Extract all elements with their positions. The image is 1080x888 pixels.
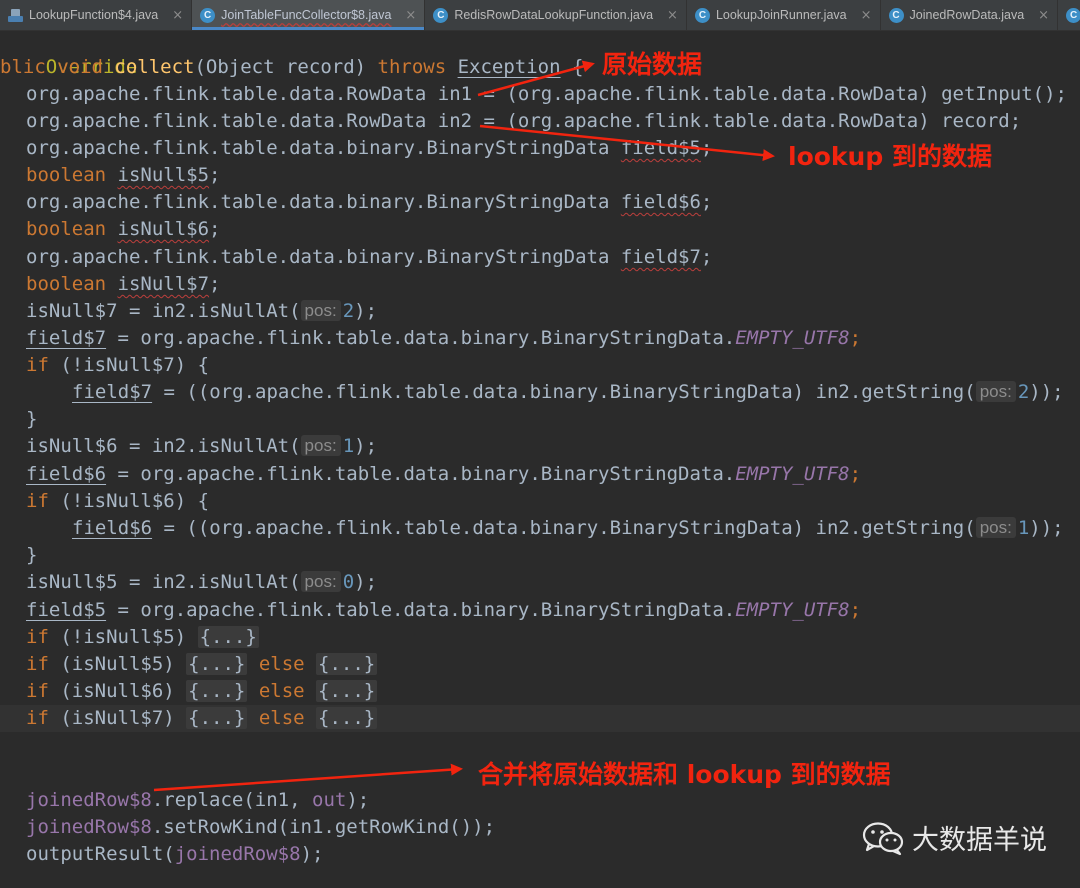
class-icon: C (200, 7, 216, 23)
code-line: org.apache.flink.table.data.RowData in1 … (26, 83, 1067, 105)
code-line-current: if (isNull$7) {...} else {...} (0, 705, 1080, 732)
code-line: if (isNull$5) {...} else {...} (26, 653, 378, 675)
close-icon[interactable]: × (667, 8, 678, 23)
code-line: boolean isNull$5; (26, 164, 221, 186)
tab-label: LookupFunction$4.java (29, 8, 159, 22)
code-line: org.apache.flink.table.data.RowData in2 … (26, 110, 1022, 132)
code-line: joinedRow$8.setRowKind(in1.getRowKind())… (26, 816, 496, 838)
tab-join-table-func-collector[interactable]: C JoinTableFuncCollector$8.java × (192, 0, 426, 30)
code-line: boolean isNull$7; (26, 273, 221, 295)
param-hint: pos: (975, 517, 1016, 538)
code-line: blic void collect(Object record) throws … (0, 56, 584, 78)
class-icon: C (433, 7, 449, 23)
code-line: field$6 = ((org.apache.flink.table.data.… (72, 517, 1064, 539)
java-file-icon (8, 8, 23, 23)
code-line: if (isNull$6) {...} else {...} (26, 680, 378, 702)
code-line: org.apache.flink.table.data.binary.Binar… (26, 191, 713, 213)
param-hint: pos: (975, 381, 1016, 402)
code-line: org.apache.flink.table.data.binary.Binar… (26, 246, 713, 268)
code-line: isNull$6 = in2.isNullAt(pos: 1); (26, 435, 378, 457)
close-icon[interactable]: × (1038, 8, 1049, 23)
code-line: if (!isNull$7) { (26, 354, 210, 376)
param-hint: pos: (300, 300, 341, 321)
code-editor[interactable]: Override blic void collect(Object record… (0, 31, 1080, 888)
tab-lookup-function[interactable]: LookupFunction$4.java × (0, 0, 193, 30)
code-line: joinedRow$8.replace(in1, out); (26, 789, 370, 811)
class-icon: C (888, 7, 904, 23)
tab-label: RedisRowDataLookupFunction.java (454, 8, 654, 22)
tab-joined-row-data[interactable]: C JoinedRowData.java × (881, 0, 1059, 30)
folded-block[interactable]: {...} (186, 707, 248, 729)
folded-block[interactable]: {...} (316, 653, 378, 675)
code-line: Override (45, 56, 138, 78)
close-icon[interactable]: × (405, 8, 416, 23)
class-icon: C (1066, 7, 1080, 23)
tab-label: LookupJoinRunner.java (715, 8, 847, 22)
code-line: field$7 = ((org.apache.flink.table.data.… (72, 381, 1064, 403)
code-line: org.apache.flink.table.data.binary.Binar… (26, 137, 713, 159)
folded-block[interactable]: {...} (197, 626, 259, 648)
watermark-text: 大数据羊说 (912, 825, 1047, 856)
code-line: field$7 = org.apache.flink.table.data.bi… (26, 327, 862, 349)
param-hint: pos: (300, 571, 341, 592)
tab-label: JoinedRowData.java (909, 8, 1025, 22)
close-icon[interactable]: × (172, 8, 183, 23)
close-icon[interactable]: × (861, 8, 872, 23)
code-line: } (26, 408, 38, 430)
code-line: isNull$5 = in2.isNullAt(pos: 0); (26, 571, 378, 593)
tab-label: JoinTableFuncCollector$8.java (221, 8, 392, 22)
class-icon: C (694, 7, 710, 23)
code-line: field$5 = org.apache.flink.table.data.bi… (26, 599, 862, 621)
folded-block[interactable]: {...} (186, 653, 248, 675)
code-line: } (26, 544, 38, 566)
code-line: field$6 = org.apache.flink.table.data.bi… (26, 463, 862, 485)
folded-block[interactable]: {...} (316, 680, 378, 702)
folded-block[interactable]: {...} (186, 680, 248, 702)
tab-lookup-join-runner[interactable]: C LookupJoinRunner.java × (687, 0, 881, 30)
code-line: if (!isNull$6) { (26, 490, 210, 512)
tab-overflow[interactable]: C (1058, 0, 1080, 30)
tab-redis-row-data-lookup-function[interactable]: C RedisRowDataLookupFunction.java × (425, 0, 687, 30)
code-line: isNull$7 = in2.isNullAt(pos: 2); (26, 300, 378, 322)
editor-tab-bar: LookupFunction$4.java × C JoinTableFuncC… (0, 0, 1080, 31)
wechat-icon (862, 821, 904, 855)
folded-block[interactable]: {...} (316, 707, 378, 729)
code-line: outputResult(joinedRow$8); (26, 843, 324, 865)
code-line: if (!isNull$5) {...} (26, 626, 259, 648)
watermark: 大数据羊说 (862, 818, 1047, 857)
param-hint: pos: (300, 435, 341, 456)
code-line: boolean isNull$6; (26, 218, 221, 240)
